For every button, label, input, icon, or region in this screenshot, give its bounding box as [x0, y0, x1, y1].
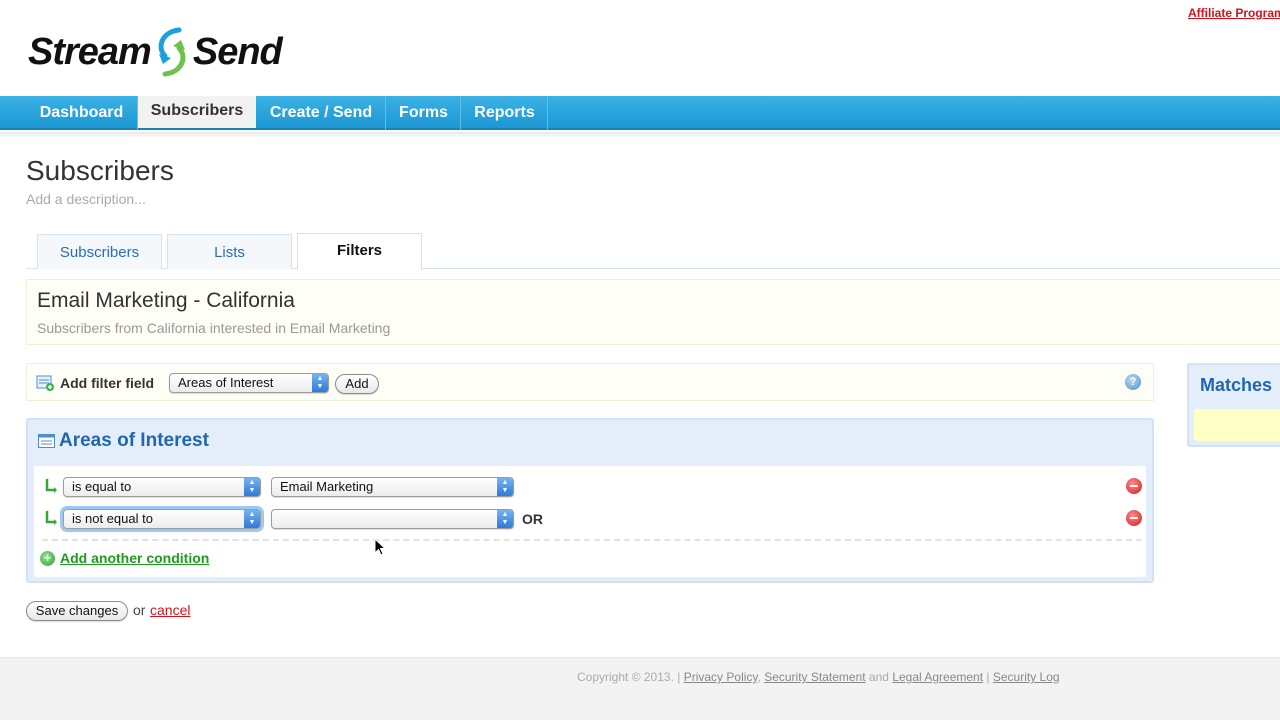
save-changes-button[interactable]: Save changes	[26, 601, 128, 621]
logo[interactable]: Stream Send	[28, 26, 283, 78]
footer-separator: |	[677, 670, 681, 684]
tab-subscribers[interactable]: Subscribers	[37, 234, 162, 269]
filter-field-select-value: Areas of Interest	[178, 375, 274, 390]
select-arrows-icon: ▲ ▼	[497, 478, 513, 496]
add-filter-field-icon	[36, 375, 54, 391]
condition-1-operator-value: is equal to	[72, 479, 132, 494]
affiliate-program-link[interactable]: Affiliate Program	[1188, 6, 1280, 20]
nav-create-send[interactable]: Create / Send	[257, 96, 386, 130]
select-arrows-icon: ▲ ▼	[244, 510, 260, 528]
matches-title: Matches	[1200, 375, 1273, 395]
conditions-divider	[42, 539, 1142, 541]
logo-swirl-icon	[158, 27, 186, 77]
footer: Copyright © 2013. | Privacy Policy, Secu…	[0, 657, 1280, 720]
security-statement-link[interactable]: Security Statement	[764, 670, 865, 684]
condition-1-value: Email Marketing	[280, 479, 374, 494]
header: Affiliate Program Stream Send	[0, 0, 1280, 96]
page-description-placeholder[interactable]: Add a description...	[26, 191, 146, 207]
condition-1-value-select[interactable]: Email Marketing ▲ ▼	[271, 477, 514, 497]
footer-text: Copyright © 2013. | Privacy Policy, Secu…	[577, 670, 1060, 684]
footer-separator: |	[986, 670, 990, 684]
add-condition-icon[interactable]: +	[40, 551, 55, 566]
mouse-cursor-icon	[374, 538, 386, 556]
tab-lists[interactable]: Lists	[167, 234, 292, 269]
condition-2-joiner: OR	[522, 511, 543, 527]
filter-name[interactable]: Email Marketing - California	[37, 289, 295, 313]
panel-title: Areas of Interest	[59, 430, 209, 451]
help-icon[interactable]: ?	[1125, 374, 1141, 390]
condition-2-value-select[interactable]: ▲ ▼	[271, 509, 514, 529]
main-navbar: Dashboard Subscribers Create / Send Form…	[0, 96, 1280, 130]
privacy-policy-link[interactable]: Privacy Policy	[684, 670, 758, 684]
or-text: or	[133, 602, 146, 618]
cancel-link[interactable]: cancel	[150, 602, 190, 618]
legal-agreement-link[interactable]: Legal Agreement	[892, 670, 983, 684]
condition-connector-icon	[45, 511, 57, 525]
filter-description[interactable]: Subscribers from California interested i…	[37, 320, 390, 336]
footer-comma: ,	[757, 670, 761, 684]
filter-summary: Email Marketing - California Subscribers…	[26, 279, 1280, 345]
add-filter-button[interactable]: Add	[335, 374, 379, 394]
conditions-body: is equal to ▲ ▼ Email Marketing ▲ ▼ is not…	[34, 466, 1146, 577]
add-another-condition-link[interactable]: Add another condition	[60, 550, 209, 566]
nav-shadow	[0, 132, 1280, 138]
remove-condition-1-icon[interactable]	[1126, 478, 1142, 494]
logo-text-send: Send	[192, 30, 283, 73]
condition-connector-icon	[45, 479, 57, 493]
select-arrows-icon: ▲ ▼	[312, 374, 328, 392]
copyright: Copyright © 2013.	[577, 670, 674, 684]
nav-reports[interactable]: Reports	[462, 96, 548, 130]
matches-panel: Matches	[1187, 363, 1280, 447]
filter-field-select[interactable]: Areas of Interest ▲ ▼	[169, 373, 329, 393]
filter-panel-areas-of-interest: Areas of Interest is equal to ▲ ▼ Email M…	[26, 418, 1154, 583]
add-filter-bar: Add filter field Areas of Interest ▲ ▼ Ad…	[26, 363, 1154, 401]
matches-result-box	[1194, 409, 1280, 441]
logo-text-stream: Stream	[28, 30, 152, 73]
select-arrows-icon: ▲ ▼	[497, 510, 513, 528]
nav-forms[interactable]: Forms	[387, 96, 461, 130]
footer-and: and	[868, 670, 889, 684]
add-filter-field-label: Add filter field	[60, 375, 155, 391]
list-icon	[38, 434, 55, 448]
page-title: Subscribers	[26, 155, 174, 186]
condition-2-operator-select[interactable]: is not equal to ▲ ▼	[63, 509, 261, 529]
nav-subscribers[interactable]: Subscribers	[138, 96, 256, 128]
condition-2-operator-value: is not equal to	[72, 511, 153, 526]
condition-1-operator-select[interactable]: is equal to ▲ ▼	[63, 477, 261, 497]
remove-condition-2-icon[interactable]	[1126, 510, 1142, 526]
tab-filters[interactable]: Filters	[297, 233, 422, 270]
select-arrows-icon: ▲ ▼	[244, 478, 260, 496]
security-log-link[interactable]: Security Log	[993, 670, 1060, 684]
nav-dashboard[interactable]: Dashboard	[26, 96, 138, 130]
